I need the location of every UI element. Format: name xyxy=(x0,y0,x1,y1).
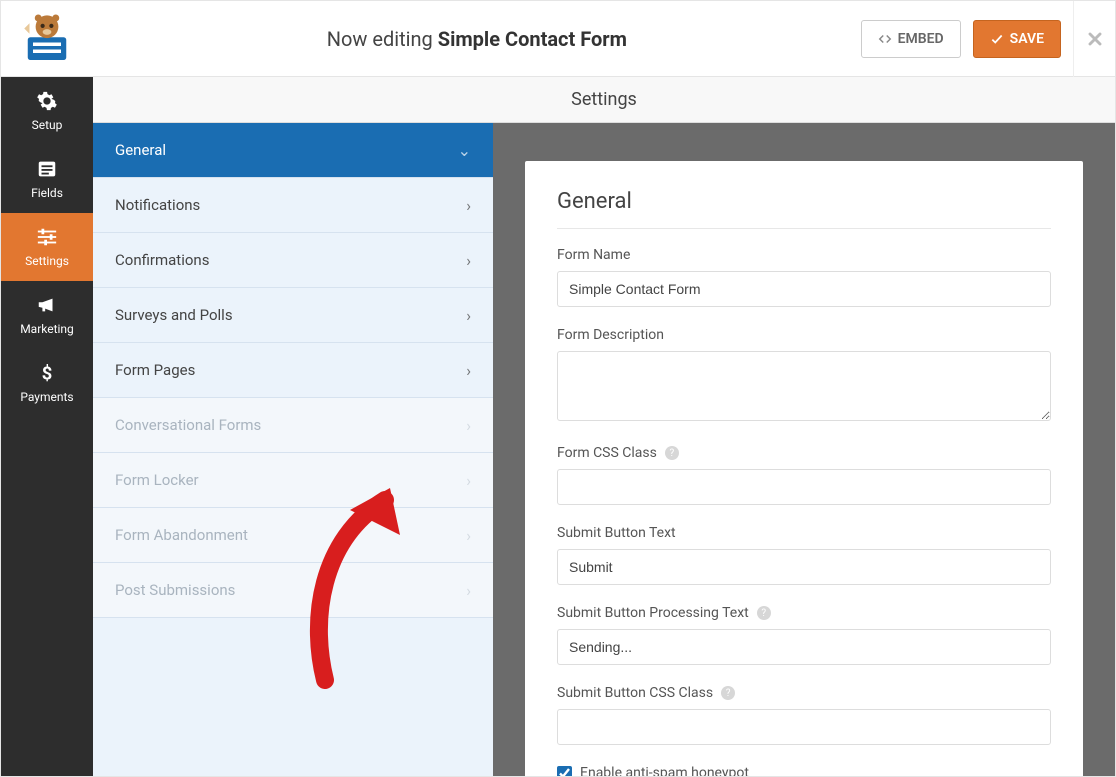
svg-text:$: $ xyxy=(42,363,53,384)
gear-icon xyxy=(36,90,58,112)
settings-item-post-submissions[interactable]: Post Submissions › xyxy=(93,563,493,618)
form-name-input[interactable] xyxy=(557,271,1051,307)
settings-item-label: General xyxy=(115,141,166,159)
submit-processing-label: Submit Button Processing Text xyxy=(557,605,749,621)
field-css-class: Form CSS Class ? xyxy=(557,445,1051,505)
sliders-icon xyxy=(36,226,58,248)
header-bar: Now editing Simple Contact Form EMBED SA… xyxy=(1,1,1115,77)
close-button[interactable] xyxy=(1073,1,1115,77)
settings-item-label: Post Submissions xyxy=(115,581,235,599)
save-button-label: SAVE xyxy=(1010,31,1044,47)
chevron-down-icon: ⌄ xyxy=(458,141,471,160)
form-desc-label: Form Description xyxy=(557,327,1051,343)
embed-button[interactable]: EMBED xyxy=(861,20,961,58)
settings-item-label: Form Pages xyxy=(115,361,195,379)
canvas: General Form Name Form Description xyxy=(493,123,1115,776)
list-icon xyxy=(36,158,58,180)
logo xyxy=(1,1,93,77)
bullhorn-icon xyxy=(36,294,58,316)
primary-nav: Setup Fields Settings Marketing $ Paymen… xyxy=(1,77,93,776)
chevron-right-icon: › xyxy=(466,526,471,545)
field-submit-processing: Submit Button Processing Text ? xyxy=(557,605,1051,665)
css-class-label: Form CSS Class xyxy=(557,445,657,461)
settings-panel: General ⌄ Notifications › Confirmations … xyxy=(93,123,493,776)
body: Setup Fields Settings Marketing $ Paymen… xyxy=(1,77,1115,776)
settings-item-label: Conversational Forms xyxy=(115,416,261,434)
header-title: Now editing Simple Contact Form xyxy=(93,27,861,51)
header-actions: EMBED SAVE xyxy=(861,20,1073,58)
settings-item-abandonment[interactable]: Form Abandonment › xyxy=(93,508,493,563)
app-logo-icon xyxy=(19,11,75,67)
submit-css-input[interactable] xyxy=(557,709,1051,745)
chevron-right-icon: › xyxy=(466,471,471,490)
field-submit-css: Submit Button CSS Class ? xyxy=(557,685,1051,745)
settings-item-label: Notifications xyxy=(115,196,200,214)
settings-item-form-pages[interactable]: Form Pages › xyxy=(93,343,493,398)
help-icon[interactable]: ? xyxy=(721,686,735,700)
css-class-input[interactable] xyxy=(557,469,1051,505)
settings-item-label: Surveys and Polls xyxy=(115,306,233,324)
help-icon[interactable]: ? xyxy=(665,446,679,460)
nav-label: Settings xyxy=(25,254,69,268)
content-header: Settings xyxy=(93,77,1115,123)
content-body: General ⌄ Notifications › Confirmations … xyxy=(93,123,1115,776)
settings-item-surveys[interactable]: Surveys and Polls › xyxy=(93,288,493,343)
honeypot-label: Enable anti-spam honeypot xyxy=(580,765,749,776)
field-honeypot: Enable anti-spam honeypot xyxy=(557,765,1051,776)
submit-processing-input[interactable] xyxy=(557,629,1051,665)
divider xyxy=(557,228,1051,229)
field-submit-text: Submit Button Text xyxy=(557,525,1051,585)
honeypot-checkbox[interactable] xyxy=(557,766,572,777)
field-form-name: Form Name xyxy=(557,247,1051,307)
settings-item-notifications[interactable]: Notifications › xyxy=(93,178,493,233)
general-card: General Form Name Form Description xyxy=(525,161,1083,776)
settings-item-confirmations[interactable]: Confirmations › xyxy=(93,233,493,288)
nav-label: Fields xyxy=(31,186,63,200)
chevron-right-icon: › xyxy=(466,196,471,215)
settings-item-general[interactable]: General ⌄ xyxy=(93,123,493,178)
nav-item-marketing[interactable]: Marketing xyxy=(1,281,93,349)
nav-item-settings[interactable]: Settings xyxy=(1,213,93,281)
settings-item-label: Confirmations xyxy=(115,251,209,269)
submit-css-label: Submit Button CSS Class xyxy=(557,685,713,701)
submit-text-label: Submit Button Text xyxy=(557,525,1051,541)
settings-item-label: Form Abandonment xyxy=(115,526,248,544)
embed-button-label: EMBED xyxy=(898,31,944,47)
editing-prefix: Now editing xyxy=(327,27,438,51)
dollar-icon: $ xyxy=(36,362,58,384)
chevron-right-icon: › xyxy=(466,306,471,325)
form-name-label: Form Name xyxy=(557,247,1051,263)
nav-label: Marketing xyxy=(20,322,74,336)
nav-item-setup[interactable]: Setup xyxy=(1,77,93,145)
content-title: Settings xyxy=(571,89,637,110)
form-title: Simple Contact Form xyxy=(438,27,627,51)
close-icon xyxy=(1085,29,1105,49)
settings-item-label: Form Locker xyxy=(115,471,199,489)
submit-text-input[interactable] xyxy=(557,549,1051,585)
field-form-description: Form Description xyxy=(557,327,1051,425)
card-heading: General xyxy=(557,189,1051,214)
app-window: Now editing Simple Contact Form EMBED SA… xyxy=(0,0,1116,777)
help-icon[interactable]: ? xyxy=(757,606,771,620)
chevron-right-icon: › xyxy=(466,581,471,600)
nav-label: Setup xyxy=(32,118,63,132)
form-desc-input[interactable] xyxy=(557,351,1051,421)
nav-label: Payments xyxy=(20,390,73,404)
nav-item-fields[interactable]: Fields xyxy=(1,145,93,213)
nav-item-payments[interactable]: $ Payments xyxy=(1,349,93,417)
settings-item-form-locker[interactable]: Form Locker › xyxy=(93,453,493,508)
check-icon xyxy=(990,32,1004,46)
settings-item-conversational[interactable]: Conversational Forms › xyxy=(93,398,493,453)
save-button[interactable]: SAVE xyxy=(973,20,1061,58)
chevron-right-icon: › xyxy=(466,361,471,380)
content-area: Settings General ⌄ Notifications › Confi… xyxy=(93,77,1115,776)
chevron-right-icon: › xyxy=(466,416,471,435)
code-icon xyxy=(878,32,892,46)
chevron-right-icon: › xyxy=(466,251,471,270)
